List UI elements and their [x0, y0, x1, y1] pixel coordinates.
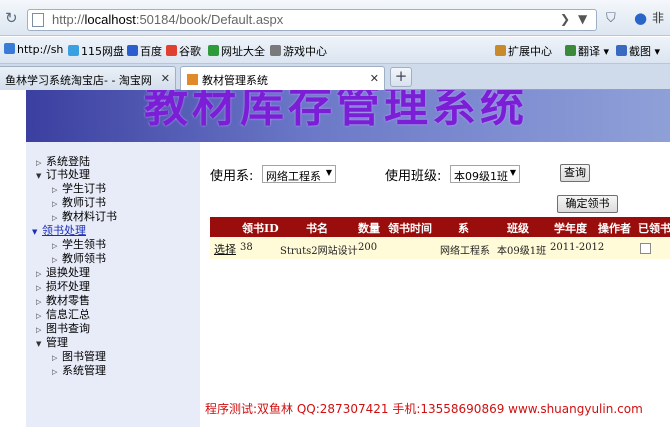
col-header-year: 学年度: [554, 222, 587, 235]
grid-header: 领书ID 书名 数量 领书时间 系 班级 学年度 操作者 已领书: [210, 217, 670, 237]
sidebar-item-system-admin[interactable]: ▷ 系统管理: [52, 362, 106, 378]
expand-arrow-icon: ▷: [52, 368, 58, 376]
header-banner: 教材库存管理系统: [26, 90, 670, 142]
bookmark-icon: [270, 45, 281, 56]
class-select[interactable]: 本09级1班 ▼: [450, 165, 520, 183]
footer-credits: 程序测试:双鱼林 QQ:287307421 手机:13558690869 www…: [205, 402, 643, 416]
tab-taobao[interactable]: 鱼林学习系统淘宝店- - 淘宝网 ✕: [0, 66, 176, 90]
cell-dept: 网络工程系: [440, 246, 490, 257]
close-icon[interactable]: ✕: [370, 72, 379, 85]
tab-label: 鱼林学习系统淘宝店- - 淘宝网: [5, 74, 152, 87]
bookmark-icon: [4, 43, 15, 54]
expand-arrow-icon: ▷: [52, 354, 58, 362]
col-header-operator: 操作者: [598, 222, 631, 235]
close-icon[interactable]: ✕: [161, 72, 170, 85]
right-menu-label[interactable]: 非: [652, 8, 664, 28]
col-header-id: 领书ID: [242, 222, 279, 235]
col-header-qty: 数量: [358, 222, 380, 235]
new-tab-button[interactable]: +: [390, 67, 412, 87]
cell-qty: 200: [358, 242, 378, 253]
translate-icon: [565, 45, 576, 56]
expand-arrow-icon: ▷: [52, 200, 58, 208]
expand-arrow-icon: ▷: [36, 284, 42, 292]
bookmark-icon: [208, 45, 219, 56]
history-dropdown-icon[interactable]: ❯: [560, 12, 570, 26]
extension-icon: [495, 45, 506, 56]
banner-title: 教材库存管理系统: [144, 90, 528, 132]
select-link[interactable]: 选择: [214, 241, 236, 257]
tab-textbook-system[interactable]: 教材管理系统 ✕: [180, 66, 385, 90]
bookmark-icon: [68, 45, 79, 56]
col-header-time: 领书时间: [388, 222, 432, 235]
col-header-class: 班级: [507, 222, 529, 235]
col-header-book: 书名: [306, 222, 328, 235]
expand-arrow-icon: ▷: [52, 256, 58, 264]
url-dropdown-icon[interactable]: ▼: [578, 12, 587, 26]
account-icon[interactable]: ●: [634, 8, 647, 28]
bookmark-item[interactable]: 谷歌: [166, 43, 201, 59]
cell-year: 2011-2012: [550, 242, 605, 253]
dept-label: 使用系:: [210, 169, 254, 184]
scissors-icon: [616, 45, 627, 56]
main-content: 使用系: 网络工程系 ▼ 使用班级: 本09级1班 ▼ 查询 确定领书 领书ID 书…: [200, 142, 670, 427]
page-icon: [32, 13, 44, 27]
shield-icon[interactable]: ⛉: [606, 9, 616, 29]
extensions-button[interactable]: 扩展中心: [495, 43, 552, 59]
expand-arrow-icon: ▷: [52, 214, 58, 222]
url-field[interactable]: http://localhost:50184/book/Default.aspx…: [27, 9, 597, 31]
expand-arrow-icon: ▷: [36, 298, 42, 306]
cell-class: 本09级1班: [497, 246, 547, 257]
collapse-arrow-icon: ▼: [36, 340, 42, 348]
expand-arrow-icon: ▷: [52, 242, 58, 250]
screenshot-button[interactable]: 截图 ▾: [616, 43, 660, 59]
expand-arrow-icon: ▷: [36, 326, 42, 334]
bookmark-item[interactable]: 115网盘: [68, 43, 124, 59]
expand-arrow-icon: ▷: [36, 312, 42, 320]
collapse-arrow-icon: ▼: [36, 172, 42, 180]
page-left-margin: [0, 90, 26, 427]
bookmark-item[interactable]: 百度: [127, 43, 162, 59]
refresh-icon[interactable]: ↻: [5, 8, 18, 28]
bookmarks-bar: http://sh 115网盘 百度 谷歌 网址大全 游戏中心 扩展中心 翻译 …: [0, 37, 670, 64]
cell-id: 38: [240, 242, 253, 253]
sidebar-tree: ▷ 系统登陆 ▼ 订书处理 ▷ 学生订书 ▷ 教师订书 ▷ 教材料订书 ▼ 领书处理 ▷ 学生…: [26, 142, 200, 427]
bookmark-icon: [166, 45, 177, 56]
collapse-arrow-icon: ▼: [32, 228, 38, 236]
cell-book: Struts2网站设计: [280, 246, 358, 257]
expand-arrow-icon: ▷: [36, 270, 42, 278]
translate-button[interactable]: 翻译 ▾: [565, 43, 609, 59]
expand-arrow-icon: ▷: [52, 186, 58, 194]
received-checkbox[interactable]: [640, 243, 651, 254]
col-header-received: 已领书: [638, 222, 670, 235]
tab-strip: 鱼林学习系统淘宝店- - 淘宝网 ✕ 教材管理系统 ✕ +: [0, 64, 670, 90]
class-label: 使用班级:: [385, 169, 442, 184]
query-button[interactable]: 查询: [560, 164, 590, 182]
col-header-dept: 系: [458, 222, 469, 235]
url-text: http://localhost:50184/book/Default.aspx: [52, 12, 284, 27]
chevron-down-icon: ▼: [325, 168, 332, 177]
page-icon: [187, 74, 198, 85]
table-row: 选择 38 Struts2网站设计 200 网络工程系 本09级1班 2011-…: [210, 237, 670, 259]
confirm-receive-button[interactable]: 确定领书: [557, 195, 618, 213]
bookmark-icon: [127, 45, 138, 56]
chevron-down-icon: ▼: [509, 168, 516, 177]
dept-select[interactable]: 网络工程系 ▼: [262, 165, 336, 183]
tab-label: 教材管理系统: [202, 74, 268, 87]
bookmark-item[interactable]: 网址大全: [208, 43, 265, 59]
bookmark-item[interactable]: http://sh: [4, 43, 63, 56]
address-bar-row: ↻ http://localhost:50184/book/Default.as…: [0, 0, 670, 36]
bookmark-item[interactable]: 游戏中心: [270, 43, 327, 59]
